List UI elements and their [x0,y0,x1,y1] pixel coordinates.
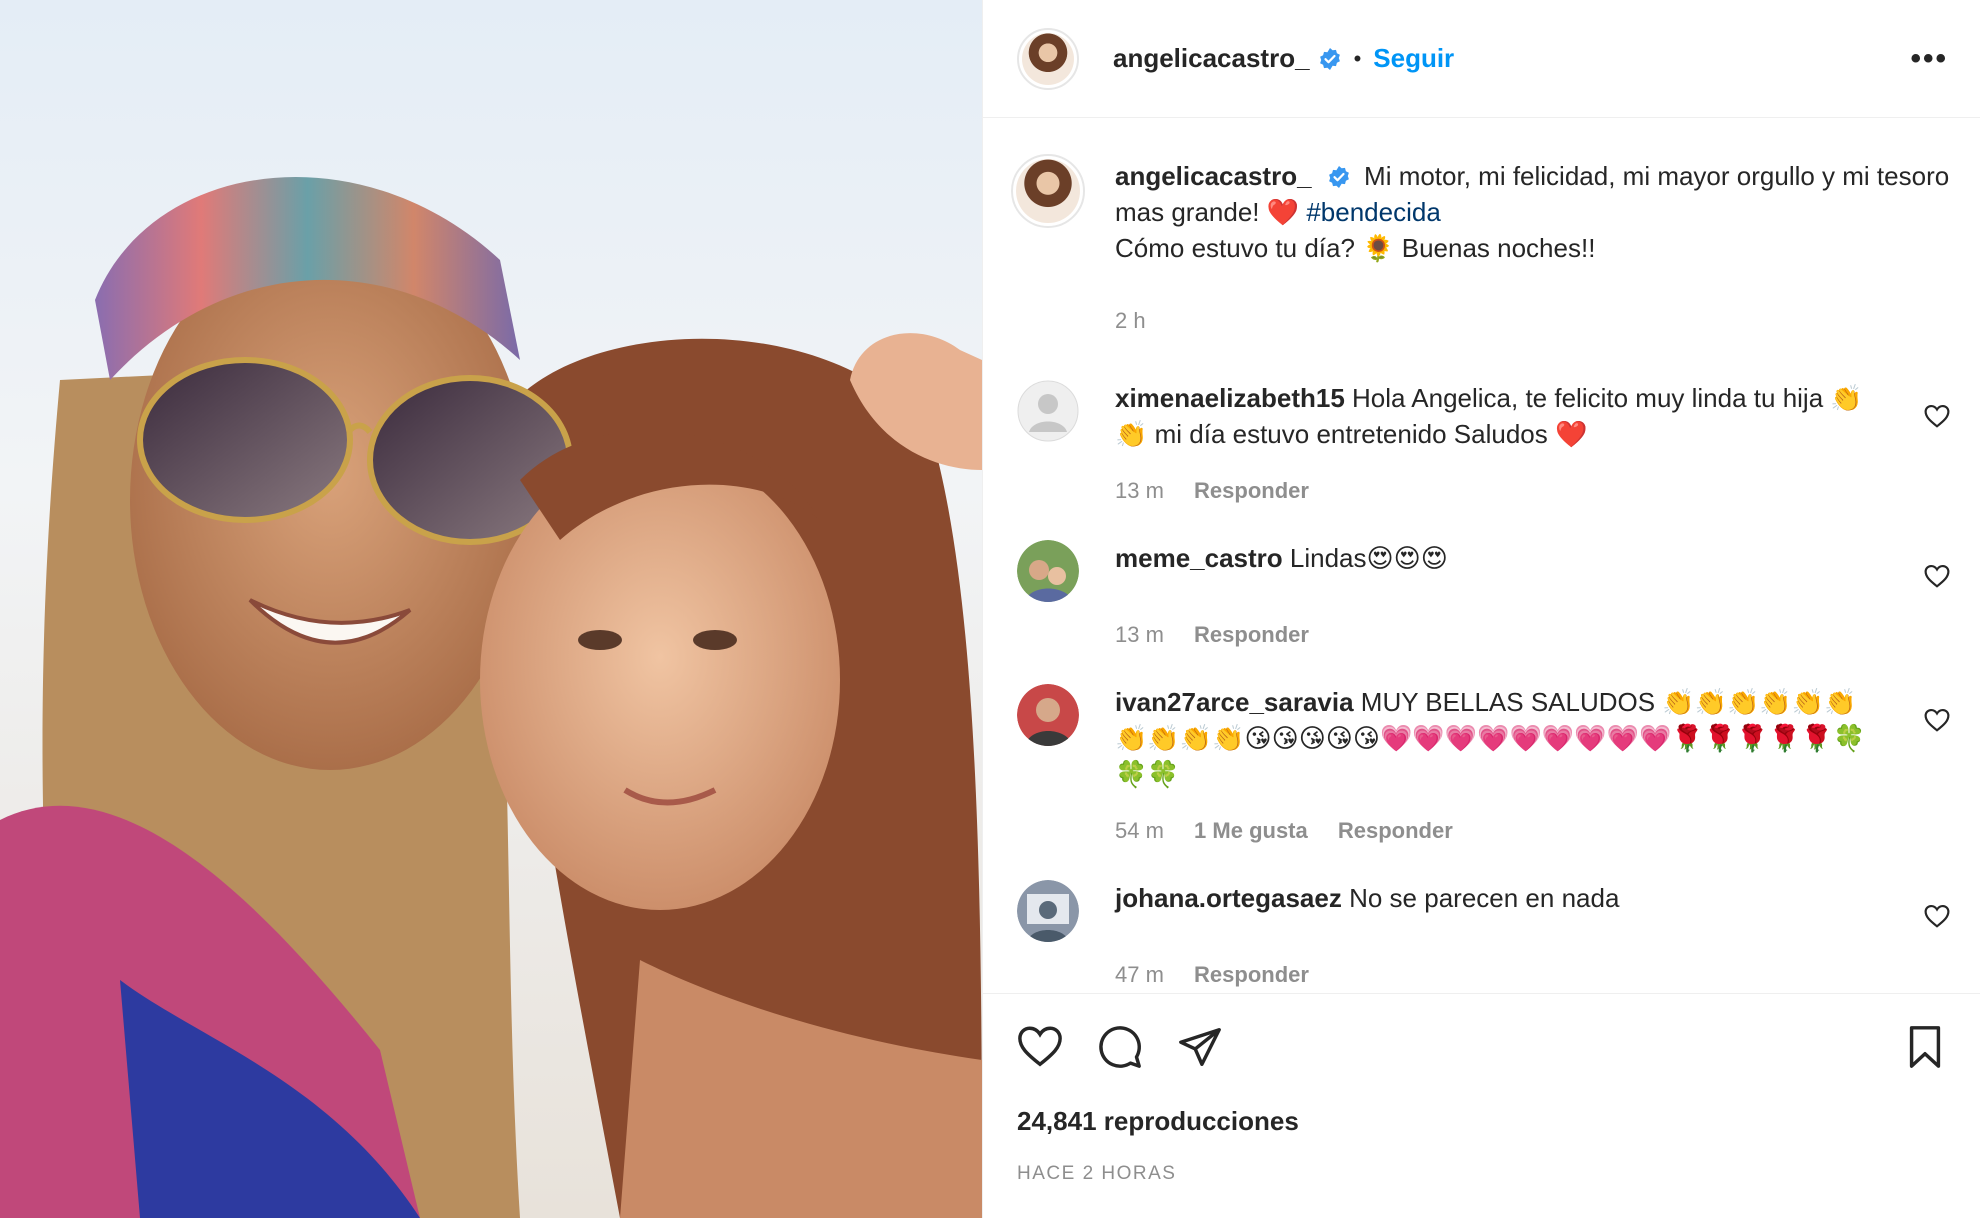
commenter-avatar[interactable] [1017,540,1079,602]
like-comment-heart-icon[interactable] [1924,708,1950,732]
comment-username[interactable]: ivan27arce_saravia [1115,687,1354,717]
heart-icon[interactable] [1017,1024,1063,1070]
post-details-panel: angelicacastro_ • Seguir ••• angelicacas… [982,0,1980,1218]
author-username[interactable]: angelicacastro_ [1113,43,1310,74]
post-photo[interactable] [0,0,982,1218]
post-timestamp[interactable]: HACE 2 HORAS [1017,1163,1948,1185]
caption-hashtag[interactable]: #bendecida [1306,197,1440,227]
reply-button[interactable]: Responder [1338,818,1453,843]
like-comment-heart-icon[interactable] [1924,404,1950,428]
comment-likes-count[interactable]: 1 Me gusta [1194,818,1308,843]
more-options-icon[interactable]: ••• [1910,42,1948,76]
comment-item: meme_castro Lindas😍😍😍 13 m Responder [1017,540,1950,648]
action-bar [1017,994,1948,1100]
comment-text: Lindas😍😍😍 [1289,543,1448,573]
commenter-avatar[interactable] [1017,880,1079,942]
comment-time[interactable]: 54 m [1115,818,1164,843]
verified-badge-icon [1319,47,1340,70]
caption-time[interactable]: 2 h [1115,308,1146,333]
comment-time[interactable]: 13 m [1115,478,1164,503]
comment-username[interactable]: johana.ortegasaez [1115,883,1342,913]
post-footer: 24,841 reproducciones HACE 2 HORAS [983,993,1980,1218]
bookmark-icon[interactable] [1902,1024,1948,1070]
author-avatar[interactable] [1017,27,1079,90]
reply-button[interactable]: Responder [1194,478,1309,503]
views-count[interactable]: 24,841 reproducciones [1017,1106,1948,1137]
share-icon[interactable] [1177,1024,1223,1070]
comment-icon[interactable] [1097,1024,1143,1070]
post-caption: angelicacastro_ Mi motor, mi felicidad, … [1011,154,1950,334]
caption-author-avatar[interactable] [1011,154,1085,228]
comment-username[interactable]: ximenaelizabeth15 [1115,383,1345,413]
caption-text-second-line: Cómo estuvo tu día? 🌻 Buenas noches!! [1115,233,1596,263]
like-comment-heart-icon[interactable] [1924,564,1950,588]
reply-button[interactable]: Responder [1194,962,1309,987]
header-separator: • [1353,45,1362,71]
comment-item: johana.ortegasaez No se parecen en nada … [1017,880,1950,988]
verified-badge-icon [1328,166,1349,188]
reply-button[interactable]: Responder [1194,622,1309,647]
comments-list[interactable]: angelicacastro_ Mi motor, mi felicidad, … [983,118,1980,993]
comment-time[interactable]: 13 m [1115,622,1164,647]
comment-time[interactable]: 47 m [1115,962,1164,987]
comment-username[interactable]: meme_castro [1115,543,1283,573]
follow-button[interactable]: Seguir [1373,43,1454,74]
commenter-avatar[interactable] [1017,684,1079,746]
comment-item: ximenaelizabeth15 Hola Angelica, te feli… [1017,380,1950,504]
comment-text: No se parecen en nada [1349,883,1620,913]
commenter-avatar[interactable] [1017,380,1079,442]
post-header: angelicacastro_ • Seguir ••• [983,0,1980,118]
comment-item: ivan27arce_saravia MUY BELLAS SALUDOS 👏👏… [1017,684,1950,844]
caption-username[interactable]: angelicacastro_ [1115,161,1312,191]
instagram-post: angelicacastro_ • Seguir ••• angelicacas… [0,0,1980,1218]
selfie-photo-illustration [0,0,982,1218]
like-comment-heart-icon[interactable] [1924,904,1950,928]
